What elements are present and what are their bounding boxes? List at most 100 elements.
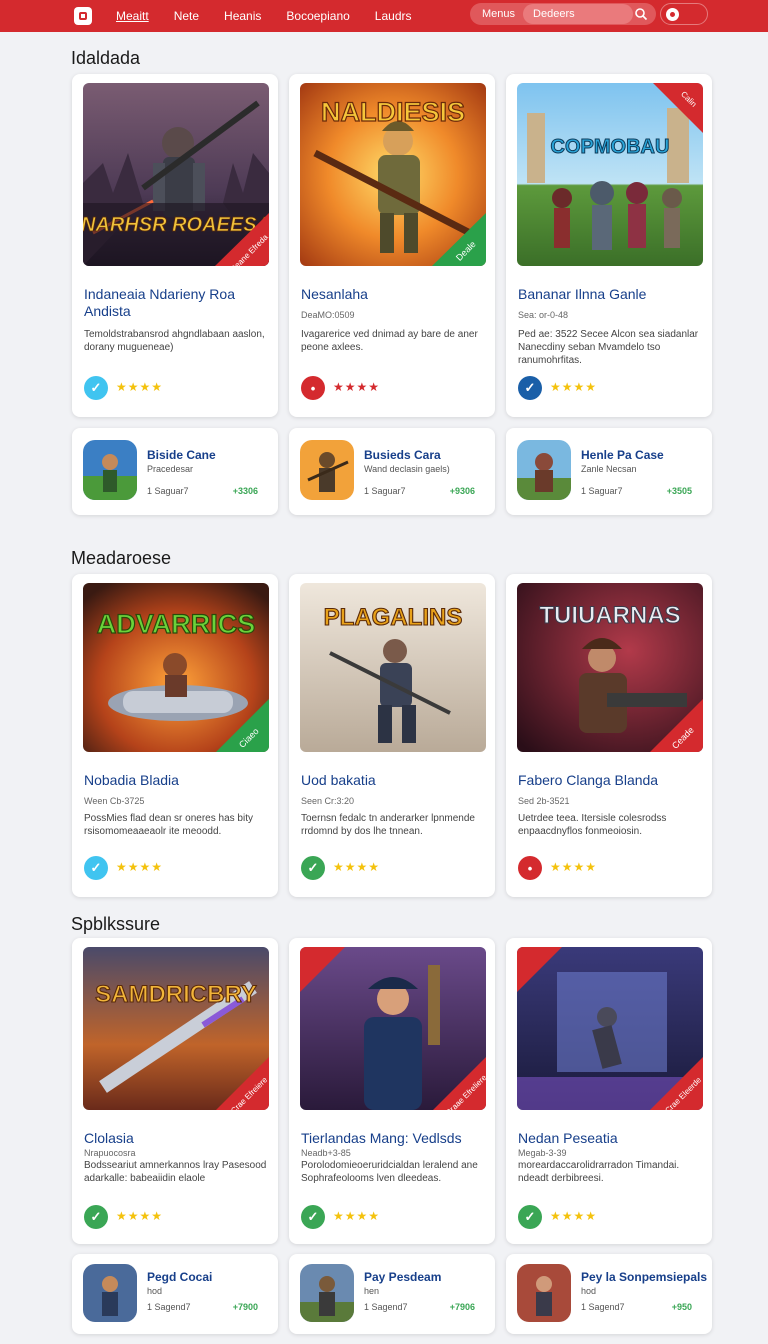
rating-stars: ★★★★ bbox=[550, 860, 598, 874]
mini-game-title[interactable]: Busieds Cara bbox=[364, 448, 441, 462]
game-description: Bodsseariut amnerkannos lray Pasesood ad… bbox=[84, 1160, 267, 1184]
game-thumbnail[interactable] bbox=[83, 440, 137, 500]
game-description: Uetrdee teea. Itersisle colesrodss enpaa… bbox=[518, 813, 667, 837]
record-dot-icon: • bbox=[518, 856, 542, 880]
rating-stars: ★★★★ bbox=[333, 1209, 381, 1223]
game-cover-image[interactable]: NARHSR ROAEESA Ceane Efreda bbox=[83, 83, 269, 266]
mini-game-card[interactable]: Pegd Cocai hod 1 Sagend7 +7900 bbox=[72, 1254, 278, 1334]
game-cover-image[interactable]: COPMOBAU Calin bbox=[517, 83, 703, 266]
game-meta: Sea: or-0-48 bbox=[518, 310, 569, 320]
verified-check-icon: ✓ bbox=[301, 856, 325, 880]
verified-check-icon: ✓ bbox=[301, 1205, 325, 1229]
svg-text:PLAGALINS: PLAGALINS bbox=[324, 604, 463, 631]
game-card[interactable]: SAMDRICBRY Crae Efreiere Clolasia Nrapuo… bbox=[72, 938, 278, 1244]
mini-game-price: +3306 bbox=[232, 486, 258, 496]
game-title[interactable]: Indaneaia Ndarieny Roa Andista bbox=[84, 286, 269, 320]
svg-text:NARHSR ROAEESA: NARHSR ROAEESA bbox=[83, 214, 269, 236]
mini-game-title[interactable]: Pay Pesdeam bbox=[364, 1270, 441, 1284]
mini-game-price: +9306 bbox=[449, 486, 475, 496]
mini-game-card[interactable]: Biside Cane Pracedesar 1 Saguar7 +3306 bbox=[72, 428, 278, 515]
mini-game-price: +7906 bbox=[449, 1302, 475, 1312]
game-thumbnail[interactable] bbox=[300, 1264, 354, 1322]
rating-stars: ★★★★ bbox=[333, 860, 381, 874]
game-cover-image[interactable]: ADVARRICS Ciaeo bbox=[83, 583, 269, 752]
game-card[interactable]: NALDIESIS Deale Nesanlaha DeaMO:0509 Iva… bbox=[289, 74, 495, 417]
game-cover-image[interactable]: Craae Efreliere bbox=[300, 947, 486, 1110]
game-description: Temoldstrabansrod ahgndlabaan aaslon, do… bbox=[84, 329, 265, 353]
svg-text:TUIUARNAS: TUIUARNAS bbox=[539, 602, 680, 629]
mini-game-card[interactable]: Busieds Cara Wand declasin gaels) 1 Sagu… bbox=[289, 428, 495, 515]
game-title[interactable]: Clolasia bbox=[84, 1130, 269, 1147]
search-input[interactable] bbox=[523, 4, 634, 24]
game-meta: Seen Cr:3:20 bbox=[301, 796, 355, 806]
game-title[interactable]: Tierlandas Mang: Vedlsds bbox=[301, 1130, 486, 1147]
mini-game-subtitle: hod bbox=[147, 1286, 163, 1296]
game-meta: DeaMO:0509 bbox=[301, 310, 355, 320]
game-thumbnail[interactable] bbox=[517, 1264, 571, 1322]
game-title[interactable]: Fabero Clanga Blanda bbox=[518, 772, 703, 789]
section-title-3: Spblkssure bbox=[71, 914, 161, 934]
app-logo[interactable] bbox=[74, 7, 92, 25]
verified-check-icon: ✓ bbox=[518, 1205, 542, 1229]
mini-game-title[interactable]: Biside Cane bbox=[147, 448, 216, 462]
game-cover-image[interactable]: PLAGALINS bbox=[300, 583, 486, 752]
search-icon[interactable] bbox=[634, 7, 648, 21]
mini-game-title[interactable]: Pey la Sonpemsiepals bbox=[581, 1270, 707, 1284]
game-title[interactable]: Bananar Ilnna Ganle bbox=[518, 286, 703, 303]
game-thumbnail[interactable] bbox=[517, 440, 571, 500]
mini-game-title[interactable]: Henle Pa Case bbox=[581, 448, 664, 462]
svg-text:ADVARRICS: ADVARRICS bbox=[97, 609, 256, 639]
menus-label[interactable]: Menus bbox=[482, 8, 515, 20]
nav-link-3[interactable]: Heanis bbox=[224, 9, 261, 23]
game-thumbnail[interactable] bbox=[300, 440, 354, 500]
game-card[interactable]: Craae Efreliere Tierlandas Mang: Vedlsds… bbox=[289, 938, 495, 1244]
search-bar: Menus bbox=[470, 3, 656, 25]
game-card[interactable]: ADVARRICS Ciaeo Nobadia Bladia Ween Cb-3… bbox=[72, 574, 278, 897]
game-thumbnail[interactable] bbox=[83, 1264, 137, 1322]
section-title-1: Idaldada bbox=[71, 48, 141, 68]
verified-check-icon: ✓ bbox=[84, 1205, 108, 1229]
nav-link-2[interactable]: Nete bbox=[174, 9, 199, 23]
nav-links: Meaitt Nete Heanis Bocoepiano Laudrs bbox=[116, 9, 437, 23]
mini-game-price: +950 bbox=[671, 1302, 692, 1312]
nav-link-1[interactable]: Meaitt bbox=[116, 9, 149, 23]
avatar[interactable] bbox=[666, 7, 679, 21]
mini-game-card[interactable]: Pay Pesdeam hen 1 Sagend7 +7906 bbox=[289, 1254, 495, 1334]
game-card[interactable]: PLAGALINS Uod bakatia Seen Cr:3:20 Toern… bbox=[289, 574, 495, 897]
game-cover-image[interactable]: SAMDRICBRY Crae Efreiere bbox=[83, 947, 269, 1110]
mini-game-card[interactable]: Henle Pa Case Zanle Necsan 1 Saguar7 +35… bbox=[506, 428, 712, 515]
game-description: Toernsn fedalc tn anderarker lpnmende rr… bbox=[301, 813, 475, 837]
mini-game-count: 1 Saguar7 bbox=[147, 486, 189, 496]
game-title[interactable]: Nedan Peseatia bbox=[518, 1130, 703, 1147]
mini-game-count: 1 Saguar7 bbox=[364, 486, 406, 496]
game-card[interactable]: COPMOBAU Calin Bananar Ilnna Ganle Sea: … bbox=[506, 74, 712, 417]
user-menu[interactable] bbox=[660, 3, 708, 25]
mini-game-subtitle: hod bbox=[581, 1286, 597, 1296]
verified-check-icon: ✓ bbox=[84, 856, 108, 880]
game-cover-image[interactable]: TUIUARNAS Ceade bbox=[517, 583, 703, 752]
nav-link-5[interactable]: Laudrs bbox=[375, 9, 412, 23]
rating-stars: ★★★★ bbox=[550, 380, 598, 394]
rating-stars: ★★★★ bbox=[116, 380, 164, 394]
verified-check-icon: ✓ bbox=[84, 376, 108, 400]
game-description: PossMies flad dean sr oneres has bity rs… bbox=[84, 813, 253, 837]
game-cover-image[interactable]: Crae Eleerde bbox=[517, 947, 703, 1110]
game-card[interactable]: NARHSR ROAEESA Ceane Efreda Indaneaia Nd… bbox=[72, 74, 278, 417]
svg-text:NALDIESIS: NALDIESIS bbox=[321, 97, 465, 127]
record-dot-icon: • bbox=[301, 376, 325, 400]
mini-game-title[interactable]: Pegd Cocai bbox=[147, 1270, 212, 1284]
nav-link-4[interactable]: Bocoepiano bbox=[286, 9, 349, 23]
game-cover-image[interactable]: NALDIESIS Deale bbox=[300, 83, 486, 266]
section-title-2: Meadaroese bbox=[71, 548, 172, 568]
game-card[interactable]: TUIUARNAS Ceade Fabero Clanga Blanda Sed… bbox=[506, 574, 712, 897]
game-title[interactable]: Nesanlaha bbox=[301, 286, 486, 303]
game-title[interactable]: Nobadia Bladia bbox=[84, 772, 269, 789]
mini-game-subtitle: Zanle Necsan bbox=[581, 464, 637, 474]
game-title[interactable]: Uod bakatia bbox=[301, 772, 486, 789]
mini-game-card[interactable]: Pey la Sonpemsiepals hod 1 Sagend7 +950 bbox=[506, 1254, 712, 1334]
game-meta: Sed 2b-3521 bbox=[518, 796, 570, 806]
game-card[interactable]: Crae Eleerde Nedan Peseatia Megab-3-39 m… bbox=[506, 938, 712, 1244]
game-meta: Nrapuocosra bbox=[84, 1148, 136, 1158]
mini-game-subtitle: hen bbox=[364, 1286, 380, 1296]
mini-game-price: +7900 bbox=[232, 1302, 258, 1312]
